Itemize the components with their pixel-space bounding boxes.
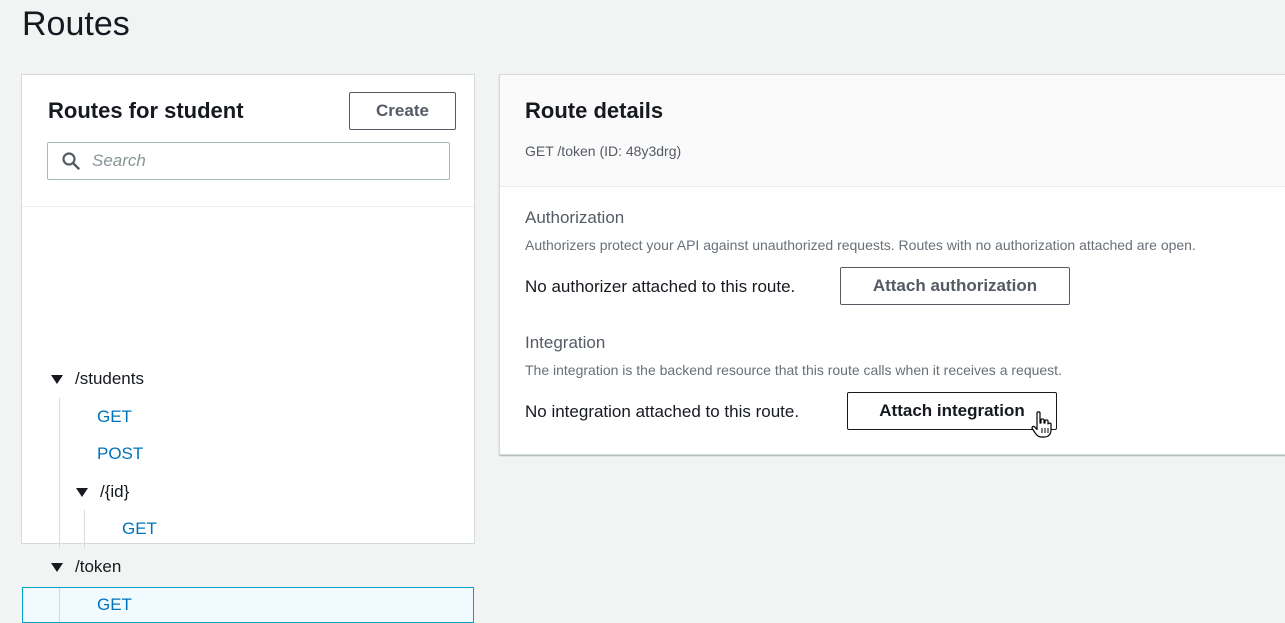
tree-guide-line	[84, 510, 85, 548]
integration-status: No integration attached to this route.	[525, 402, 800, 421]
route-method-label: GET	[97, 407, 132, 426]
tree-item-students-post[interactable]: POST	[97, 437, 143, 471]
authorization-description: Authorizers protect your API against una…	[525, 237, 1196, 253]
tree-item-students-get[interactable]: GET	[97, 400, 132, 434]
integration-title: Integration	[525, 333, 606, 352]
tree-item-id-get[interactable]: GET	[122, 512, 157, 546]
tree-node-students[interactable]: /students	[51, 362, 144, 396]
selected-route-row	[22, 587, 474, 623]
tree-guide-line	[59, 398, 60, 548]
authorization-title: Authorization	[525, 208, 625, 227]
page-title: Routes	[22, 5, 130, 43]
route-method-label: GET	[97, 595, 132, 614]
tree-item-token-get[interactable]: GET	[97, 588, 132, 622]
route-details-title: Route details	[525, 98, 664, 123]
hand-cursor-icon	[1031, 411, 1052, 438]
tree-node-id[interactable]: /{id}	[76, 475, 129, 509]
integration-description: The integration is the backend resource …	[525, 362, 1062, 378]
route-method-label: GET	[122, 519, 157, 538]
tree-node-label: /token	[75, 557, 122, 576]
caret-down-icon[interactable]	[76, 487, 88, 497]
caret-down-icon[interactable]	[51, 562, 63, 572]
tree-node-label: /{id}	[100, 482, 130, 501]
search-icon	[62, 152, 80, 170]
search-input[interactable]	[90, 150, 424, 172]
routes-panel-header: Routes for student Create	[22, 75, 474, 207]
search-field[interactable]	[47, 142, 450, 180]
routes-panel: Routes for student Create /students GET …	[21, 74, 475, 623]
attach-authorization-button[interactable]: Attach authorization	[840, 267, 1070, 305]
route-details-header: Route details GET /token (ID: 48y3drg)	[500, 75, 1285, 187]
routes-panel-title: Routes for student	[48, 98, 244, 123]
tree-node-label: /students	[75, 369, 144, 388]
route-method-label: POST	[97, 444, 144, 463]
tree-node-token[interactable]: /token	[51, 550, 121, 584]
attach-integration-button[interactable]: Attach integration	[847, 392, 1057, 430]
tree-guide-line	[59, 588, 60, 622]
route-identifier: GET /token (ID: 48y3drg)	[525, 143, 682, 159]
create-button[interactable]: Create	[349, 92, 456, 130]
caret-down-icon[interactable]	[51, 374, 63, 384]
authorization-status: No authorizer attached to this route.	[525, 277, 796, 296]
route-details-panel: Route details GET /token (ID: 48y3drg) A…	[499, 74, 1285, 455]
